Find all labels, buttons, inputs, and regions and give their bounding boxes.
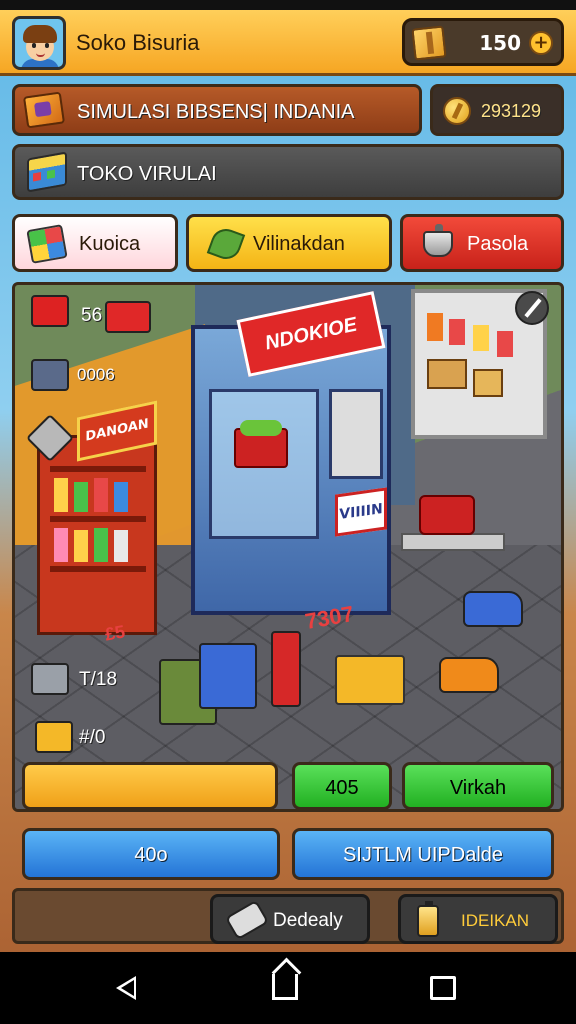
coin-counter: 150 + [402,18,564,66]
tab-label: Vilinakdan [253,233,345,255]
kiosk-glass [209,389,319,539]
player-avatar-icon[interactable] [12,16,66,70]
store-banner[interactable]: TOKO VIRULAI [12,144,564,200]
battery-icon [417,901,439,937]
side-item-label: T/18 [79,669,118,690]
tab-kuoica[interactable]: Kuoica [12,214,178,272]
truck-icon [105,301,151,333]
game-screen: Soko Bisuria 150 + SIMULASI BIBSENS| IND… [0,0,576,1024]
dedealy-label: Dedealy [273,910,343,931]
store-label: TOKO VIRULAI [77,163,217,185]
tab-label: Pasola [467,233,529,255]
status-bar [0,0,576,10]
system-nav-bar [0,952,576,1024]
kiosk-panel: VIIIIN [335,487,387,537]
machine-icon[interactable] [31,359,69,391]
floor-small-number: £5 [103,621,127,645]
blue-cabinet[interactable] [199,643,257,709]
edit-icon[interactable] [515,291,549,325]
pot-icon [423,224,453,257]
spray-icon [224,899,270,941]
side-item-label: 0006 [77,365,115,384]
ideikan-label: IDEIKAN [461,911,530,930]
tab-vilinakdan[interactable]: Vilinakdan [186,214,392,272]
gold-coin-icon [443,97,471,125]
orange-car[interactable] [439,657,499,693]
crate-icon [411,25,447,61]
side-item-label: #/0 [79,727,106,748]
delivery-truck[interactable] [335,655,405,705]
cart-truck-icon[interactable] [31,295,69,327]
product-shelf[interactable] [37,435,157,635]
vending-kiosk[interactable] [191,325,391,615]
blue-value-button[interactable]: 40o [22,828,280,880]
money-counter: 293129 [430,84,564,136]
virkah-label: Virkah [449,777,507,799]
game-title: Soko Bisuria [76,30,200,55]
blue-value-label: 40o [134,844,168,866]
tab-label: Kuoica [79,233,141,255]
leaf-icon [206,224,246,264]
simulation-label: SIMULASI BIBSENS| INDANIA [77,101,355,123]
crate-icon [22,91,66,129]
back-icon[interactable] [116,976,136,1000]
money-value: 293129 [481,101,542,121]
progress-bar[interactable] [22,762,278,810]
store-icon [27,151,67,193]
green-value-button[interactable]: 405 [292,762,392,810]
simulation-banner: SIMULASI BIBSENS| INDANIA [12,84,422,136]
register-icon[interactable] [31,663,69,695]
store-scene[interactable]: DANOAN NDOKIOE VIIIIN 56 0006 T/18 #/0 7… [12,282,564,812]
recent-apps-icon[interactable] [430,976,456,1000]
box-icon[interactable] [35,721,73,753]
coin-value: 150 [479,31,521,55]
green-value-label: 405 [325,777,359,799]
upgrade-button[interactable]: SIJTLM UIPDalde [292,828,554,880]
side-item-label: 56 [81,305,103,326]
top-header: Soko Bisuria 150 + [0,10,576,76]
virkah-button[interactable]: Virkah [402,762,554,810]
blue-car[interactable] [463,591,523,627]
plus-icon[interactable]: + [529,31,553,55]
cube-icon [26,224,68,264]
ideikan-button[interactable]: IDEIKAN [398,894,558,944]
tab-pasola[interactable]: Pasola [400,214,564,272]
arcade-machine[interactable] [271,631,301,707]
home-icon[interactable] [272,974,298,1000]
upgrade-label: SIJTLM UIPDalde [342,844,504,866]
dedealy-button[interactable]: Dedealy [210,894,370,944]
